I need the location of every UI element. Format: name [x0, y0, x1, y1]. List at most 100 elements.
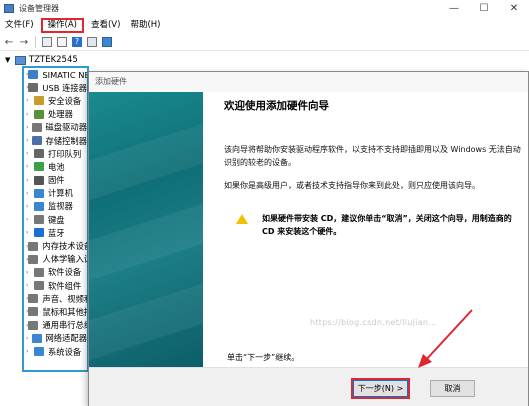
expand-chevron-icon[interactable]: ›: [26, 203, 34, 210]
expand-chevron-icon[interactable]: ›: [26, 335, 32, 342]
tree-item[interactable]: › 网络适配器: [24, 332, 87, 345]
hid-icon: [28, 254, 39, 264]
close-button[interactable]: ✕: [499, 0, 529, 17]
expand-down-icon[interactable]: ▼: [5, 56, 15, 64]
security-icon: [34, 96, 44, 106]
window-titlebar: 设备管理器 — ☐ ✕: [0, 0, 529, 17]
tree-item[interactable]: ›USB 连接器管理器: [24, 81, 87, 94]
bluetooth-icon: [34, 228, 44, 238]
tree-item-label: 鼠标和其他指针设备: [42, 306, 87, 317]
tree-item[interactable]: › 安全设备: [24, 94, 87, 107]
network-icon: [31, 333, 42, 343]
tree-item[interactable]: ›人体学输入设备: [24, 253, 87, 266]
window-title: 设备管理器: [19, 4, 59, 13]
wizard-warning-text: 如果硬件带安装 CD，建议你单击“取消”，关闭这个向导，用制造商的 CD 来安装…: [262, 214, 512, 236]
software-device-icon: [34, 267, 44, 277]
tree-item-label: 处理器: [48, 109, 73, 120]
wizard-button-bar: 下一步(N) > 取消: [89, 367, 528, 406]
menu-action[interactable]: 操作(A): [40, 18, 84, 33]
expand-chevron-icon[interactable]: ›: [26, 190, 34, 197]
tree-item[interactable]: › 蓝牙: [24, 226, 87, 239]
tree-item[interactable]: › 固件: [24, 174, 87, 187]
cancel-button[interactable]: 取消: [430, 380, 475, 397]
action-pane-icon[interactable]: [86, 36, 98, 48]
storage-icon: [31, 136, 42, 146]
memory-icon: [28, 241, 39, 251]
wizard-title: 添加硬件: [89, 72, 528, 92]
wizard-continue-text: 单击“下一步”继续。: [227, 353, 300, 362]
expand-chevron-icon[interactable]: ›: [26, 111, 34, 118]
forward-arrow-icon[interactable]: →: [18, 36, 30, 48]
tree-item-label: 系统设备: [48, 346, 82, 357]
tree-item-label: SIMATIC NET: [42, 69, 87, 80]
monitor-icon: [34, 201, 44, 211]
tree-item[interactable]: › 监视器: [24, 200, 87, 213]
tree-item[interactable]: › 软件组件: [24, 279, 87, 292]
expand-chevron-icon[interactable]: ›: [26, 269, 34, 276]
tree-item-label: 键盘: [48, 214, 65, 225]
computer-icon: [15, 55, 26, 65]
tree-item-label: 电池: [48, 161, 65, 172]
expand-chevron-icon[interactable]: ›: [26, 97, 34, 104]
expand-chevron-icon[interactable]: ›: [26, 177, 34, 184]
simatic-icon: [28, 70, 39, 80]
tree-item[interactable]: ›鼠标和其他指针设备: [24, 305, 87, 318]
tree-root[interactable]: ▼ TZTEK2545: [5, 55, 78, 65]
expand-chevron-icon[interactable]: ›: [26, 163, 34, 170]
firmware-icon: [34, 175, 44, 185]
maximize-button[interactable]: ☐: [469, 0, 499, 17]
menu-help[interactable]: 帮助(H): [125, 18, 165, 33]
software-component-icon: [34, 281, 44, 291]
tree-item[interactable]: › 系统设备: [24, 345, 87, 358]
tree-item[interactable]: ›声音、视频和游戏控制器: [24, 292, 87, 305]
tree-item-label: 磁盘驱动器: [45, 122, 88, 133]
tree-item-label: 监视器: [48, 201, 73, 212]
wizard-intro-text: 该向导将帮助你安装驱动程序软件，以支持不支持即插即用以及 Windows 无法自…: [224, 145, 521, 167]
show-hide-tree-icon[interactable]: [41, 36, 53, 48]
next-button[interactable]: 下一步(N) >: [353, 380, 408, 397]
warning-icon: [236, 214, 248, 224]
minimize-button[interactable]: —: [439, 0, 469, 17]
usb-controller-icon: [28, 320, 39, 330]
help-icon[interactable]: ?: [71, 36, 83, 48]
expand-chevron-icon[interactable]: ›: [26, 150, 34, 157]
sound-icon: [28, 294, 39, 304]
tree-item[interactable]: › 软件设备: [24, 266, 87, 279]
wizard-side-banner: [89, 92, 203, 367]
tree-item[interactable]: › 电池: [24, 160, 87, 173]
tree-item[interactable]: › 打印队列: [24, 147, 87, 160]
tree-item[interactable]: › 磁盘驱动器: [24, 121, 87, 134]
tree-item[interactable]: ›通用串行总线控制器: [24, 319, 87, 332]
watermark: https://blog.csdn.net/liujian...: [310, 318, 437, 327]
tree-item[interactable]: › 计算机: [24, 187, 87, 200]
toolbar-divider: [35, 36, 36, 48]
tree-item-label: 声音、视频和游戏控制器: [42, 293, 87, 304]
tree-item-label: 计算机: [48, 188, 73, 199]
tree-item[interactable]: › 存储控制器: [24, 134, 87, 147]
tree-item-label: 安全设备: [48, 95, 82, 106]
expand-chevron-icon[interactable]: ›: [26, 124, 32, 131]
expand-chevron-icon[interactable]: ›: [26, 348, 34, 355]
tree-item-label: 软件组件: [48, 280, 82, 291]
scan-hardware-icon[interactable]: [101, 36, 113, 48]
tree-item[interactable]: › 内存技术设备: [24, 239, 87, 252]
expand-chevron-icon[interactable]: ›: [26, 137, 32, 144]
mouse-icon: [28, 307, 39, 317]
expand-chevron-icon[interactable]: ›: [26, 216, 34, 223]
menu-file[interactable]: 文件(F): [0, 18, 39, 33]
properties-icon[interactable]: [56, 36, 68, 48]
menu-bar: 文件(F) 操作(A) 查看(V) 帮助(H): [0, 17, 529, 34]
cpu-icon: [34, 109, 44, 119]
menu-view[interactable]: 查看(V): [86, 18, 125, 33]
tree-root-label: TZTEK2545: [29, 55, 78, 65]
expand-chevron-icon[interactable]: ›: [26, 282, 34, 289]
tree-item-label: 存储控制器: [45, 135, 88, 146]
expand-chevron-icon[interactable]: ›: [26, 229, 34, 236]
tree-item-label: 蓝牙: [48, 227, 65, 238]
tree-item-label: 打印队列: [48, 148, 82, 159]
back-arrow-icon[interactable]: ←: [3, 36, 15, 48]
tree-item[interactable]: › 处理器: [24, 108, 87, 121]
tree-item[interactable]: ›SIMATIC NET: [24, 68, 87, 81]
tree-item[interactable]: › 键盘: [24, 213, 87, 226]
keyboard-icon: [34, 215, 44, 225]
